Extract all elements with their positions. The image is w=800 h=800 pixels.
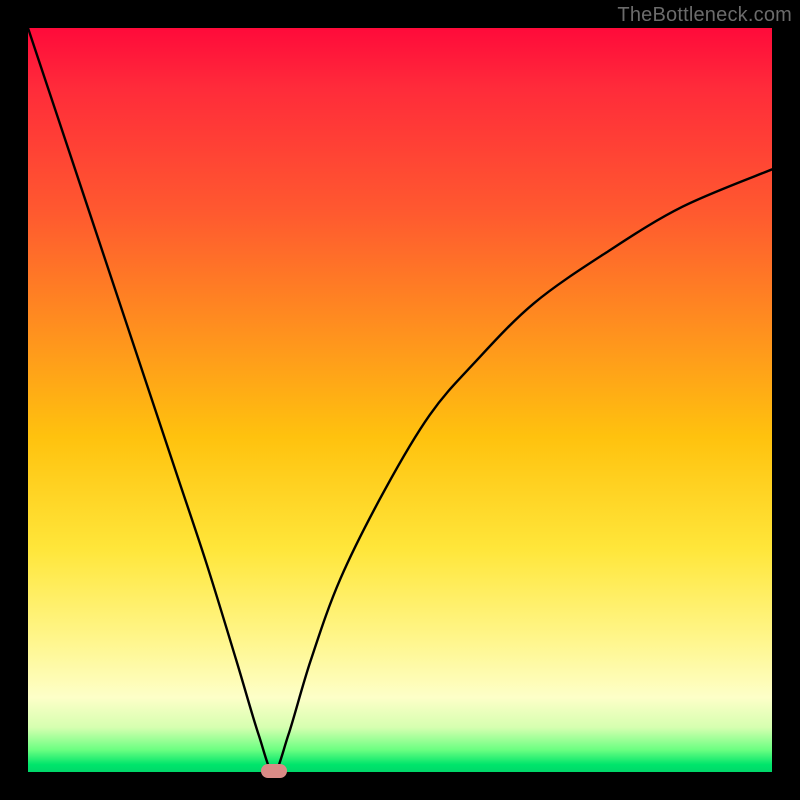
optimal-point-marker — [261, 764, 287, 778]
chart-curve-layer — [28, 28, 772, 772]
chart-frame: TheBottleneck.com — [0, 0, 800, 800]
watermark-text: TheBottleneck.com — [617, 4, 792, 27]
bottleneck-curve — [28, 28, 772, 772]
